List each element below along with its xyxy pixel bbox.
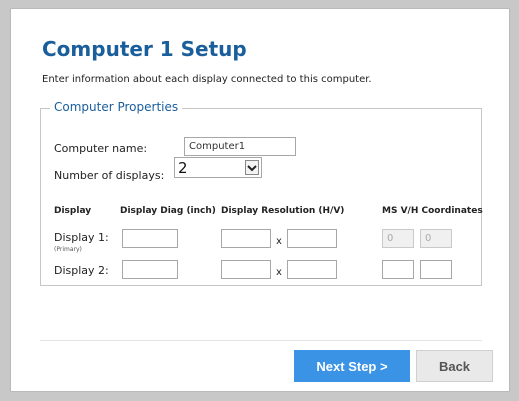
display-1-coord-v-input: 0 <box>382 229 414 248</box>
computer-name-input[interactable]: Computer1 <box>184 137 296 156</box>
computer-name-label: Computer name: <box>54 142 148 155</box>
display-1-res-v-input[interactable] <box>287 229 337 248</box>
number-of-displays-value: 2 <box>178 159 188 177</box>
page-subtitle: Enter information about each display con… <box>42 74 372 85</box>
chevron-down-icon-glyph <box>247 164 257 171</box>
number-of-displays-select[interactable]: 2 <box>174 157 262 178</box>
header-display-diag: Display Diag (inch) <box>120 206 216 216</box>
header-display-resolution: Display Resolution (H/V) <box>221 206 345 216</box>
display-2-res-v-input[interactable] <box>287 260 337 279</box>
chevron-down-icon[interactable] <box>245 160 259 175</box>
display-1-primary-note: (Primary) <box>54 246 82 253</box>
next-step-button[interactable]: Next Step > <box>294 350 410 382</box>
display-1-res-separator: x <box>276 236 282 247</box>
header-ms-coordinates: MS V/H Coordinates <box>382 206 483 216</box>
computer-properties-legend: Computer Properties <box>50 100 183 114</box>
display-1-coord-h-input: 0 <box>420 229 452 248</box>
page-title: Computer 1 Setup <box>42 37 247 61</box>
display-2-coord-h-input[interactable] <box>420 260 452 279</box>
header-display: Display <box>54 206 92 216</box>
display-2-diag-input[interactable] <box>122 260 178 279</box>
footer-divider <box>40 340 482 341</box>
display-2-coord-v-input[interactable] <box>382 260 414 279</box>
display-2-res-separator: x <box>276 267 282 278</box>
display-2-res-h-input[interactable] <box>221 260 271 279</box>
back-button[interactable]: Back <box>416 350 493 382</box>
display-1-diag-input[interactable] <box>122 229 178 248</box>
display-1-label: Display 1: <box>54 231 109 244</box>
display-1-res-h-input[interactable] <box>221 229 271 248</box>
display-2-label: Display 2: <box>54 264 109 277</box>
number-of-displays-label: Number of displays: <box>54 169 165 182</box>
